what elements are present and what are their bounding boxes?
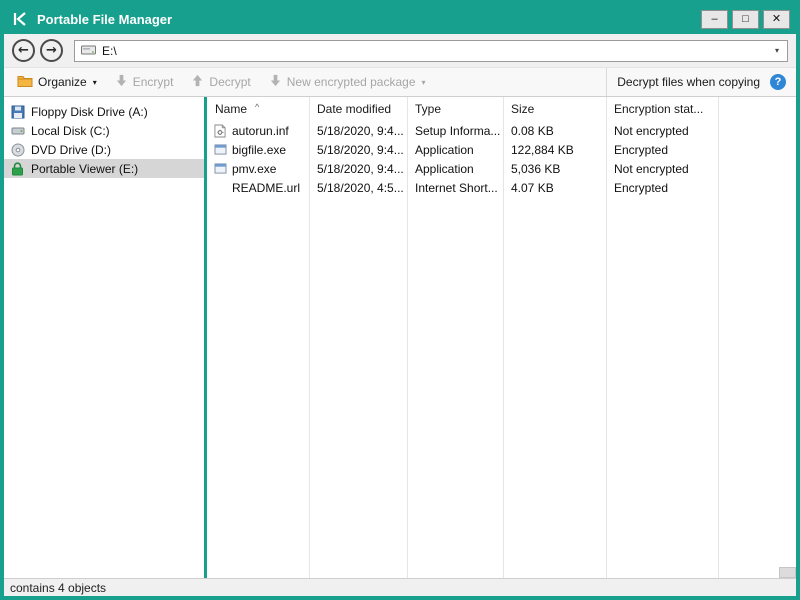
sidebar-item-label: DVD Drive (D:) (31, 142, 111, 157)
file-type: Setup Informa... (415, 123, 501, 138)
sort-indicator-icon: ^ (255, 102, 260, 112)
encrypt-label: Encrypt (132, 75, 174, 89)
organize-label: Organize (38, 75, 87, 89)
encrypt-button[interactable]: Encrypt (106, 68, 183, 96)
close-button[interactable]: ✕ (763, 9, 790, 29)
file-date: 5/18/2020, 4:5... (317, 180, 404, 195)
column-header-type[interactable]: Type (407, 102, 503, 116)
decrypt-arrow-icon (191, 74, 204, 90)
kaspersky-logo-icon (12, 11, 28, 27)
file-row-pmv-exe[interactable]: pmv.exe 5/18/2020, 9:4... Application 5,… (207, 159, 796, 178)
file-date: 5/18/2020, 9:4... (317, 142, 404, 157)
new-encrypted-package-label: New encrypted package (286, 75, 416, 89)
setup-file-icon (213, 124, 227, 138)
decrypt-label: Decrypt (209, 75, 251, 89)
sidebar-item-label: Portable Viewer (E:) (31, 161, 139, 176)
window-controls: – □ ✕ (701, 9, 790, 29)
address-dropdown-icon[interactable]: ▾ (771, 46, 783, 55)
file-name: bigfile.exe (232, 142, 287, 157)
file-date: 5/18/2020, 9:4... (317, 123, 404, 138)
address-bar[interactable]: E:\ ▾ (74, 39, 788, 62)
sidebar-item-label: Floppy Disk Drive (A:) (31, 104, 148, 119)
new-package-dropdown-icon: ▾ (421, 77, 426, 87)
floppy-disk-icon (10, 105, 25, 119)
column-separator (309, 97, 310, 578)
back-button[interactable]: ← (12, 39, 35, 62)
package-arrow-icon (269, 74, 282, 90)
help-icon[interactable]: ? (770, 74, 786, 90)
status-bar: contains 4 objects (4, 578, 796, 596)
file-row-bigfile-exe[interactable]: bigfile.exe 5/18/2020, 9:4... Applicatio… (207, 140, 796, 159)
titlebar[interactable]: Portable File Manager – □ ✕ (4, 4, 796, 34)
dvd-disc-icon (10, 143, 25, 157)
column-separator (606, 97, 607, 578)
file-name-cell: README.url (207, 181, 309, 195)
sidebar-item-portable-viewer[interactable]: Portable Viewer (E:) (4, 159, 204, 178)
drives-sidebar: Floppy Disk Drive (A:) Local Disk (C:) D… (4, 97, 204, 578)
hard-disk-icon (10, 124, 25, 138)
app-window: Portable File Manager – □ ✕ ← → E:\ ▾ Or… (0, 0, 800, 600)
column-header-size[interactable]: Size (503, 102, 606, 116)
sidebar-item-local-disk[interactable]: Local Disk (C:) (4, 121, 204, 140)
column-header-encryption-status[interactable]: Encryption stat... (606, 102, 718, 116)
scrollbar-corner (779, 567, 796, 578)
decrypt-button[interactable]: Decrypt (182, 68, 259, 96)
file-name-cell: pmv.exe (207, 162, 309, 176)
folder-icon (17, 74, 33, 90)
navigation-bar: ← → E:\ ▾ (4, 34, 796, 67)
organize-dropdown-icon: ▾ (92, 77, 97, 87)
address-text: E:\ (102, 43, 117, 58)
file-row-autorun-inf[interactable]: autorun.inf 5/18/2020, 9:4... Setup Info… (207, 121, 796, 140)
column-separator (407, 97, 408, 578)
file-name: pmv.exe (232, 161, 277, 176)
new-encrypted-package-button[interactable]: New encrypted package ▾ (260, 68, 435, 96)
forward-button[interactable]: → (40, 39, 63, 62)
column-header-label: Name (215, 102, 248, 116)
file-type: Application (415, 161, 474, 176)
window-title: Portable File Manager (37, 11, 173, 27)
file-size: 5,036 KB (511, 161, 561, 176)
file-encryption-status: Not encrypted (614, 123, 689, 138)
sidebar-item-dvd-drive[interactable]: DVD Drive (D:) (4, 140, 204, 159)
maximize-button[interactable]: □ (732, 9, 759, 29)
file-name-cell: bigfile.exe (207, 143, 309, 157)
file-type: Application (415, 142, 474, 157)
file-list-header: Name ^ Date modified Type Size Encryption… (207, 97, 796, 121)
file-type: Internet Short... (415, 180, 498, 195)
file-size: 122,884 KB (511, 142, 574, 157)
column-header-date-modified[interactable]: Date modified (309, 102, 407, 116)
file-date: 5/18/2020, 9:4... (317, 161, 404, 176)
file-size: 4.07 KB (511, 180, 554, 195)
organize-button[interactable]: Organize ▾ (8, 68, 106, 96)
main-area: Floppy Disk Drive (A:) Local Disk (C:) D… (4, 97, 796, 578)
column-separator (503, 97, 504, 578)
column-separator (718, 97, 719, 578)
file-size: 0.08 KB (511, 123, 554, 138)
minimize-button[interactable]: – (701, 9, 728, 29)
toolbar-right-group: Decrypt files when copying ? (606, 68, 796, 96)
file-encryption-status: Encrypted (614, 142, 669, 157)
file-name: autorun.inf (232, 123, 289, 138)
column-header-name[interactable]: Name ^ (207, 102, 309, 116)
sidebar-item-label: Local Disk (C:) (31, 123, 110, 138)
decrypt-when-copying-label: Decrypt files when copying (617, 75, 760, 89)
encrypt-arrow-icon (115, 74, 128, 90)
application-icon (213, 144, 227, 155)
sidebar-item-floppy-drive[interactable]: Floppy Disk Drive (A:) (4, 102, 204, 121)
drive-icon (81, 42, 96, 60)
file-name-cell: autorun.inf (207, 124, 309, 138)
status-text: contains 4 objects (10, 580, 107, 595)
toolbar: Organize ▾ Encrypt Decrypt New encrypted… (4, 67, 796, 97)
file-name: README.url (232, 180, 301, 195)
file-encryption-status: Encrypted (614, 180, 669, 195)
file-encryption-status: Not encrypted (614, 161, 689, 176)
file-row-readme-url[interactable]: README.url 5/18/2020, 4:5... Internet Sh… (207, 178, 796, 197)
application-icon (213, 163, 227, 174)
file-list: Name ^ Date modified Type Size Encryption… (207, 97, 796, 578)
lock-icon (10, 161, 25, 176)
